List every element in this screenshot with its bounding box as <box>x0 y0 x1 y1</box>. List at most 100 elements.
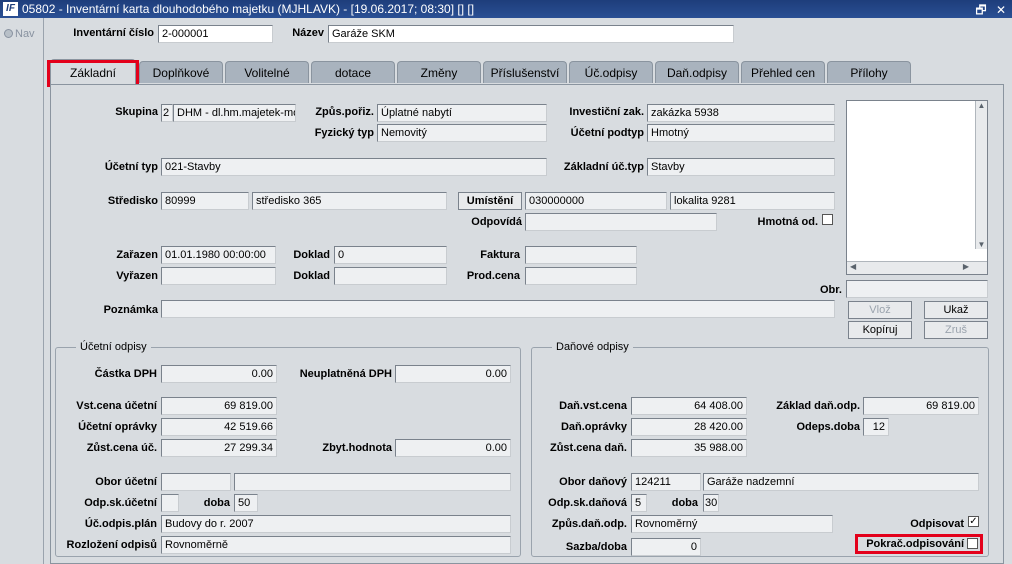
ucetni-podtyp-field[interactable]: Hmotný <box>647 124 835 142</box>
investicni-zak-label: Investiční zak. <box>569 106 644 118</box>
pokrac-odpisovani-label: Pokrač.odpisování <box>866 538 964 550</box>
zrus-button[interactable]: Zruš <box>924 321 988 339</box>
obor-danovy-code[interactable]: 124211 <box>631 473 701 491</box>
rozlozeni-field[interactable]: Rovnoměrně <box>161 536 511 554</box>
neuplatnena-dph-field[interactable]: 0.00 <box>395 365 511 383</box>
zarazen-label: Zařazen <box>116 249 158 261</box>
tab-prehled-cen[interactable]: Přehled cen <box>741 61 825 83</box>
image-preview[interactable]: ▲ ▼ ◀ ▶ <box>846 100 988 275</box>
dan-vst-cena-label: Daň.vst.cena <box>559 400 627 412</box>
opravky-label: Účetní oprávky <box>78 421 157 433</box>
sazba-doba-field[interactable]: 0 <box>631 538 701 556</box>
doba-ucetni-field[interactable]: 50 <box>234 494 258 512</box>
scroll-down-icon[interactable]: ▼ <box>976 240 987 249</box>
nazev-label: Název <box>292 27 324 39</box>
danove-odpisy-title: Daňové odpisy <box>552 341 633 353</box>
umisteni-code[interactable]: 030000000 <box>525 192 667 210</box>
zust-cena-dan-field[interactable]: 35 988.00 <box>631 439 747 457</box>
restore-icon[interactable]: 🗗 <box>975 3 986 17</box>
faktura-field[interactable] <box>525 246 637 264</box>
zust-cena-field[interactable]: 27 299.34 <box>161 439 277 457</box>
ukaz-button[interactable]: Ukaž <box>924 301 988 319</box>
odpis-plan-field[interactable]: Budovy do r. 2007 <box>161 515 511 533</box>
pokrac-odpisovani-checkbox[interactable] <box>967 538 978 549</box>
tab-zmeny[interactable]: Změny <box>397 61 481 83</box>
skupina-code[interactable]: 2 <box>161 104 173 122</box>
vertical-scrollbar[interactable]: ▲ ▼ <box>975 101 987 249</box>
nazev-field[interactable]: Garáže SKM <box>328 25 734 43</box>
odeps-doba-field[interactable]: 12 <box>863 418 889 436</box>
doba-danova-field[interactable]: 30 <box>703 494 719 512</box>
sazba-doba-label: Sazba/doba <box>565 541 627 553</box>
ucetni-typ-label: Účetní typ <box>104 161 158 173</box>
zakladni-uc-typ-label: Základní úč.typ <box>563 161 644 173</box>
tab-doplnkove[interactable]: Doplňkové <box>139 61 223 83</box>
vst-cena-field[interactable]: 69 819.00 <box>161 397 277 415</box>
inv-cislo-field[interactable]: 2-000001 <box>158 25 273 43</box>
obr-label: Obr. <box>819 284 842 296</box>
odpisovat-checkbox[interactable]: ✓ <box>968 516 979 527</box>
zaklad-dan-odp-field[interactable]: 69 819.00 <box>863 397 979 415</box>
tab-volitelne[interactable]: Volitelné <box>225 61 309 83</box>
highlight-tab-zakladni <box>47 60 139 87</box>
poznamka-field[interactable] <box>161 300 835 318</box>
doklad1-field[interactable]: 0 <box>334 246 447 264</box>
neuplatnena-dph-label: Neuplatněná DPH <box>299 368 392 380</box>
opravky-field[interactable]: 42 519.66 <box>161 418 277 436</box>
tab-uc-odpisy[interactable]: Úč.odpisy <box>569 61 653 83</box>
obor-ucetni-name[interactable] <box>234 473 511 491</box>
vst-cena-label: Vst.cena účetní <box>76 400 157 412</box>
inv-cislo-label: Inventární číslo <box>73 27 154 39</box>
castka-dph-field[interactable]: 0.00 <box>161 365 277 383</box>
dan-vst-cena-field[interactable]: 64 408.00 <box>631 397 747 415</box>
umisteni-button[interactable]: Umístění <box>458 192 522 210</box>
zakladni-uc-typ-field[interactable]: Stavby <box>647 158 835 176</box>
nav-pane: Nav <box>0 18 44 564</box>
tab-dotace[interactable]: dotace <box>311 61 395 83</box>
nav-button[interactable]: Nav <box>4 28 35 40</box>
fyzicky-typ-field[interactable]: Nemovitý <box>377 124 547 142</box>
vloz-button[interactable]: Vlož <box>848 301 912 319</box>
zpus-poriz-field[interactable]: Úplatné nabytí <box>377 104 547 122</box>
horizontal-scrollbar[interactable]: ◀ ▶ <box>847 261 987 274</box>
zarazen-field[interactable]: 01.01.1980 00:00:00 <box>161 246 276 264</box>
scroll-up-icon[interactable]: ▲ <box>976 101 987 110</box>
doklad1-label: Doklad <box>293 249 330 261</box>
doba-ucetni-label: doba <box>203 497 230 509</box>
skupina-label: Skupina <box>115 106 158 118</box>
stredisko-name[interactable]: středisko 365 <box>252 192 447 210</box>
hmotna-od-label: Hmotná od. <box>757 216 819 228</box>
obor-ucetni-code[interactable] <box>161 473 231 491</box>
close-icon[interactable]: ✕ <box>996 3 1006 17</box>
umisteni-name[interactable]: lokalita 9281 <box>670 192 835 210</box>
nav-label: Nav <box>15 28 35 40</box>
odpis-plan-label: Úč.odpis.plán <box>84 518 157 530</box>
kopiruj-button[interactable]: Kopíruj <box>848 321 912 339</box>
scroll-right-icon[interactable]: ▶ <box>963 262 969 271</box>
odpovida-field[interactable] <box>525 213 717 231</box>
hmotna-od-checkbox[interactable] <box>822 214 833 225</box>
zpus-poriz-label: Způs.pořiz. <box>315 106 374 118</box>
tab-dan-odpisy[interactable]: Daň.odpisy <box>655 61 739 83</box>
dan-opravky-label: Daň.oprávky <box>560 421 627 433</box>
vyrazen-label: Vyřazen <box>116 270 158 282</box>
zust-cena-label: Zůst.cena úč. <box>86 442 157 454</box>
castka-dph-label: Částka DPH <box>94 368 157 380</box>
tab-prislusenstvi[interactable]: Příslušenství <box>483 61 567 83</box>
prod-cena-field[interactable] <box>525 267 637 285</box>
odp-sk-danova-field[interactable]: 5 <box>631 494 647 512</box>
investicni-zak-field[interactable]: zakázka 5938 <box>647 104 835 122</box>
zbyt-hodnota-field[interactable]: 0.00 <box>395 439 511 457</box>
skupina-name[interactable]: DHM - dl.hm.majetek-mov <box>173 104 296 122</box>
stredisko-code[interactable]: 80999 <box>161 192 249 210</box>
tab-prilohy[interactable]: Přílohy <box>827 61 911 83</box>
obor-danovy-name[interactable]: Garáže nadzemní <box>703 473 979 491</box>
doklad2-field[interactable] <box>334 267 447 285</box>
vyrazen-field[interactable] <box>161 267 276 285</box>
scroll-left-icon[interactable]: ◀ <box>850 262 856 271</box>
odp-sk-ucetni-field[interactable] <box>161 494 179 512</box>
dan-opravky-field[interactable]: 28 420.00 <box>631 418 747 436</box>
ucetni-typ-field[interactable]: 021-Stavby <box>161 158 547 176</box>
zpus-dan-odp-field[interactable]: Rovnoměrný <box>631 515 833 533</box>
obr-field[interactable] <box>846 280 988 298</box>
